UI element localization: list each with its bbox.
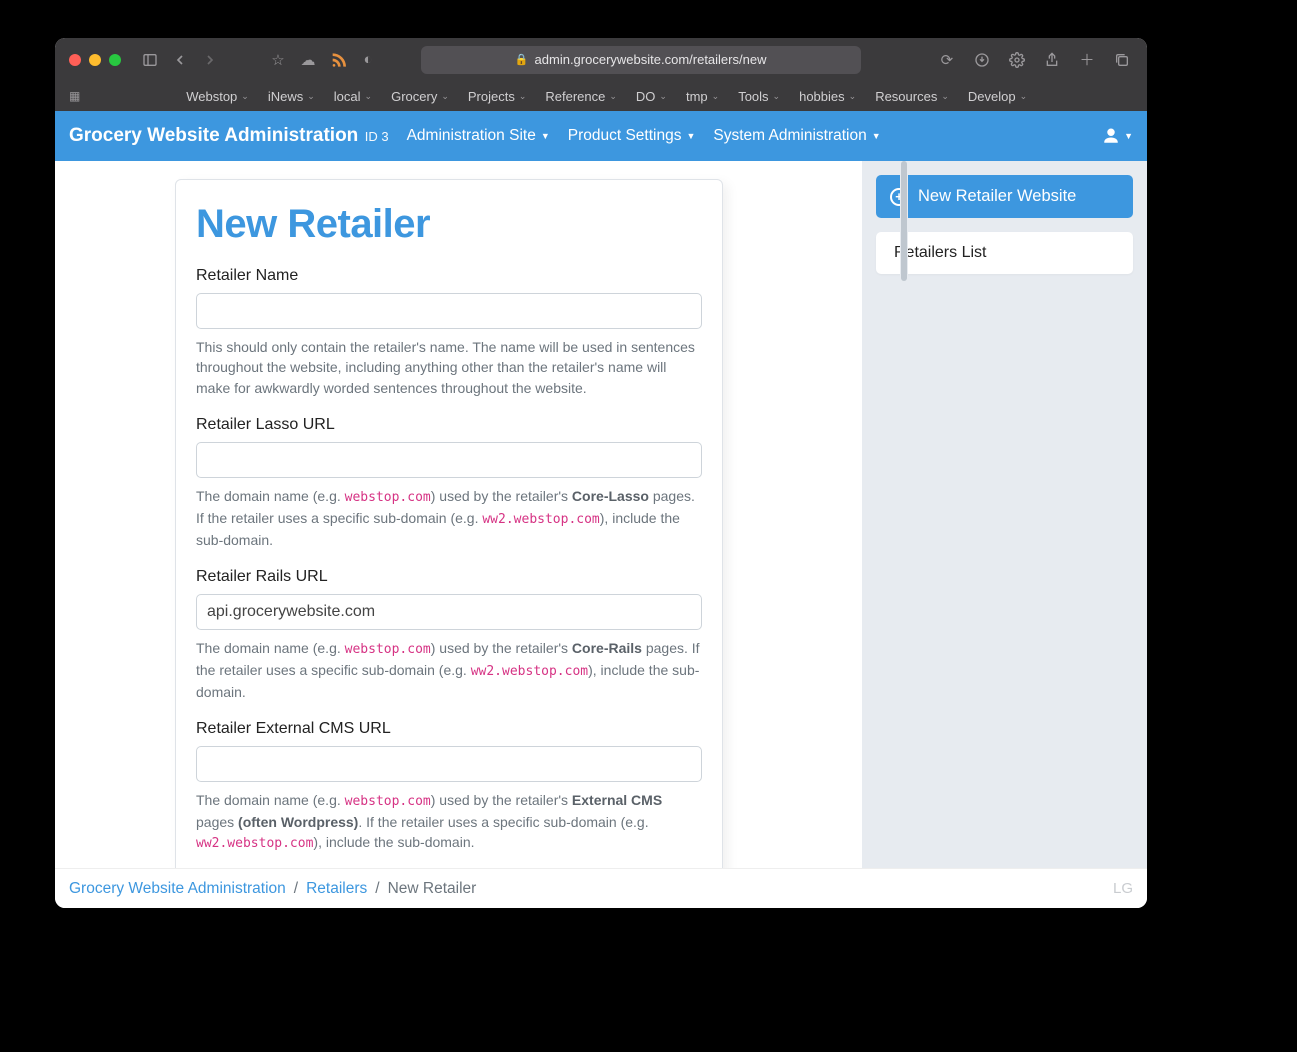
help-lasso-url: The domain name (e.g. webstop.com) used … bbox=[196, 486, 702, 550]
retailers-list-link[interactable]: Retailers List bbox=[876, 232, 1133, 274]
tabs-overview-icon[interactable] bbox=[1111, 49, 1133, 70]
breadcrumb-current: New Retailer bbox=[388, 880, 477, 898]
bookmark-item[interactable]: Develop⌄ bbox=[960, 86, 1035, 107]
caret-down-icon: ▼ bbox=[1124, 131, 1133, 141]
chevron-down-icon: ⌄ bbox=[519, 91, 527, 102]
breadcrumb: Grocery Website Administration / Retaile… bbox=[69, 880, 476, 898]
label-cms-url: Retailer External CMS URL bbox=[196, 720, 702, 738]
chevron-down-icon: ⌄ bbox=[307, 91, 315, 102]
bookmark-item[interactable]: local⌄ bbox=[326, 86, 380, 107]
field-retailer-name: Retailer Name This should only contain t… bbox=[196, 267, 702, 398]
help-rails-url: The domain name (e.g. webstop.com) used … bbox=[196, 638, 702, 702]
footer-badge: LG bbox=[1113, 880, 1133, 897]
bookmark-item[interactable]: Resources⌄ bbox=[867, 86, 957, 107]
new-tab-icon[interactable]: ＋ bbox=[1076, 49, 1098, 70]
nav-system-administration[interactable]: System Administration▼ bbox=[713, 127, 880, 145]
caret-down-icon: ▼ bbox=[686, 131, 695, 141]
minimize-window-button[interactable] bbox=[89, 54, 101, 66]
footer: Grocery Website Administration / Retaile… bbox=[55, 868, 1147, 908]
reload-icon[interactable]: ⟳ bbox=[936, 49, 958, 70]
url-text: admin.grocerywebsite.com/retailers/new bbox=[535, 52, 767, 67]
label-rails-url: Retailer Rails URL bbox=[196, 568, 702, 586]
shield-icon[interactable]: ◐ bbox=[357, 51, 379, 68]
app-nav: Grocery Website Administration ID 3 Admi… bbox=[55, 111, 1147, 161]
form-card: New Retailer Retailer Name This should o… bbox=[175, 179, 723, 868]
caret-down-icon: ▼ bbox=[541, 131, 550, 141]
bookmark-item[interactable]: Reference⌄ bbox=[537, 86, 625, 107]
scrollbar-track[interactable] bbox=[900, 161, 908, 868]
window-controls bbox=[69, 54, 121, 66]
main-panel: New Retailer Retailer Name This should o… bbox=[55, 161, 862, 868]
address-bar[interactable]: 🔒 admin.grocerywebsite.com/retailers/new bbox=[421, 46, 861, 74]
input-cms-url[interactable] bbox=[196, 746, 702, 782]
label-lasso-url: Retailer Lasso URL bbox=[196, 416, 702, 434]
input-retailer-name[interactable] bbox=[196, 293, 702, 329]
chevron-down-icon: ⌄ bbox=[365, 91, 373, 102]
chevron-down-icon: ⌄ bbox=[849, 91, 857, 102]
content-area: New Retailer Retailer Name This should o… bbox=[55, 161, 1147, 868]
forward-button[interactable] bbox=[199, 52, 221, 68]
bookmark-item[interactable]: DO⌄ bbox=[628, 86, 675, 107]
new-retailer-website-button[interactable]: + New Retailer Website bbox=[876, 175, 1133, 218]
bookmarks-bar: ▦ Webstop⌄ iNews⌄ local⌄ Grocery⌄ Projec… bbox=[55, 81, 1147, 111]
bookmark-item[interactable]: Grocery⌄ bbox=[383, 86, 457, 107]
input-rails-url[interactable] bbox=[196, 594, 702, 630]
breadcrumb-retailers[interactable]: Retailers bbox=[306, 880, 367, 898]
bookmark-item[interactable]: Projects⌄ bbox=[460, 86, 535, 107]
bookmark-item[interactable]: Tools⌄ bbox=[730, 86, 788, 107]
sidebar-toggle-icon[interactable] bbox=[139, 52, 161, 68]
chevron-down-icon: ⌄ bbox=[659, 91, 667, 102]
bookmark-item[interactable]: tmp⌄ bbox=[678, 86, 727, 107]
browser-window: ☆ ☁ ◐ 🔒 admin.grocerywebsite.com/retaile… bbox=[55, 38, 1147, 908]
field-lasso-url: Retailer Lasso URL The domain name (e.g.… bbox=[196, 416, 702, 550]
input-lasso-url[interactable] bbox=[196, 442, 702, 478]
field-rails-url: Retailer Rails URL The domain name (e.g.… bbox=[196, 568, 702, 702]
close-window-button[interactable] bbox=[69, 54, 81, 66]
field-cms-url: Retailer External CMS URL The domain nam… bbox=[196, 720, 702, 854]
page-title: New Retailer bbox=[196, 202, 702, 247]
user-menu[interactable]: ▼ bbox=[1102, 127, 1133, 145]
chevron-down-icon: ⌄ bbox=[441, 91, 449, 102]
chevron-down-icon: ⌄ bbox=[712, 91, 720, 102]
browser-toolbar: ☆ ☁ ◐ 🔒 admin.grocerywebsite.com/retaile… bbox=[55, 38, 1147, 81]
gear-icon[interactable] bbox=[1006, 49, 1028, 70]
chevron-down-icon: ⌄ bbox=[1020, 91, 1028, 102]
label-retailer-name: Retailer Name bbox=[196, 267, 702, 285]
nav-administration-site[interactable]: Administration Site▼ bbox=[407, 127, 550, 145]
downloads-icon[interactable] bbox=[971, 49, 993, 70]
rss-icon[interactable] bbox=[327, 52, 349, 68]
bookmark-item[interactable]: hobbies⌄ bbox=[791, 86, 864, 107]
favorite-icon[interactable]: ☆ bbox=[267, 51, 289, 69]
help-cms-url: The domain name (e.g. webstop.com) used … bbox=[196, 790, 702, 854]
chevron-down-icon: ⌄ bbox=[941, 91, 949, 102]
cloud-icon[interactable]: ☁ bbox=[297, 51, 319, 69]
scrollbar-thumb[interactable] bbox=[901, 161, 907, 281]
chevron-down-icon: ⌄ bbox=[609, 91, 617, 102]
lock-icon: 🔒 bbox=[515, 53, 529, 66]
maximize-window-button[interactable] bbox=[109, 54, 121, 66]
back-button[interactable] bbox=[169, 52, 191, 68]
share-icon[interactable] bbox=[1041, 49, 1063, 70]
chevron-down-icon: ⌄ bbox=[773, 91, 781, 102]
caret-down-icon: ▼ bbox=[872, 131, 881, 141]
bookmark-item[interactable]: iNews⌄ bbox=[260, 86, 323, 107]
help-retailer-name: This should only contain the retailer's … bbox=[196, 337, 702, 398]
user-icon bbox=[1102, 127, 1120, 145]
breadcrumb-root[interactable]: Grocery Website Administration bbox=[69, 880, 286, 898]
side-primary-label: New Retailer Website bbox=[918, 187, 1076, 206]
brand[interactable]: Grocery Website Administration ID 3 bbox=[69, 125, 389, 147]
bookmark-item[interactable]: Webstop⌄ bbox=[178, 86, 257, 107]
apps-grid-icon[interactable]: ▦ bbox=[69, 89, 80, 103]
nav-product-settings[interactable]: Product Settings▼ bbox=[568, 127, 696, 145]
chevron-down-icon: ⌄ bbox=[241, 91, 249, 102]
